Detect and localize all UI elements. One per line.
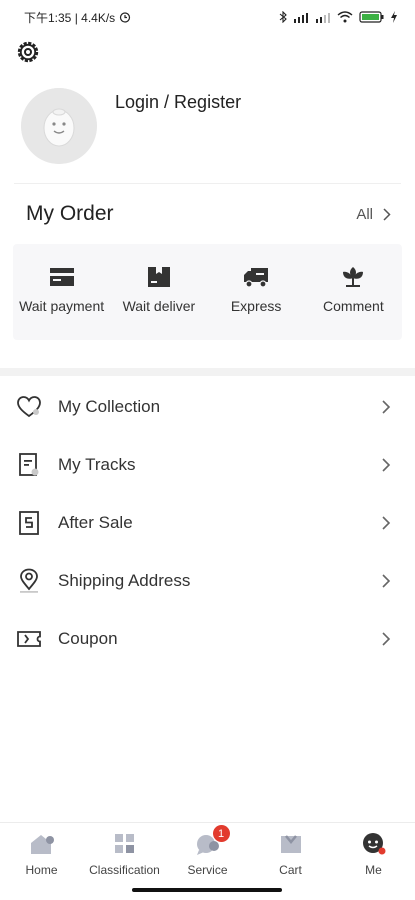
signal-icon-2 xyxy=(316,12,330,23)
default-avatar-icon xyxy=(21,88,97,164)
menu-coupon[interactable]: Coupon xyxy=(0,610,415,668)
login-register-link[interactable]: Login / Register xyxy=(115,92,241,113)
nav-cart[interactable]: Cart xyxy=(249,823,332,882)
menu-after-sale[interactable]: After Sale xyxy=(0,494,415,552)
nav-label: Classification xyxy=(89,863,160,877)
wifi-icon xyxy=(337,11,353,23)
nav-service[interactable]: 1 Service xyxy=(166,823,249,882)
section-divider xyxy=(0,368,415,376)
bottom-navigation: Home Classification 1 Service Cart Me xyxy=(0,822,415,882)
nav-label: Service xyxy=(187,863,228,877)
truck-icon xyxy=(244,268,269,288)
order-status-panel: Wait payment Wait deliver Express Commen… xyxy=(13,244,402,340)
location-icon xyxy=(20,568,38,593)
gear-icon xyxy=(17,41,39,63)
order-comment[interactable]: Comment xyxy=(305,244,402,340)
menu-shipping-address[interactable]: Shipping Address xyxy=(0,552,415,610)
chevron-right-icon xyxy=(382,574,391,588)
wallet-icon xyxy=(49,268,74,286)
chevron-right-icon xyxy=(382,400,391,414)
grid-icon xyxy=(114,834,134,853)
menu-my-tracks[interactable]: My Tracks xyxy=(0,436,415,494)
menu-item-label: My Collection xyxy=(58,397,161,416)
order-item-label: Express xyxy=(230,298,282,314)
ticket-icon xyxy=(17,631,41,647)
signal-icon xyxy=(294,12,308,23)
nav-me[interactable]: Me xyxy=(332,823,415,882)
document-icon xyxy=(19,453,39,476)
flower-icon xyxy=(343,267,364,287)
menu-my-collection[interactable]: My Collection xyxy=(0,378,415,436)
chevron-right-icon xyxy=(382,632,391,646)
menu-item-label: Coupon xyxy=(58,629,118,648)
menu-item-label: Shipping Address xyxy=(58,571,191,590)
profile-icon xyxy=(362,833,385,855)
order-express[interactable]: Express xyxy=(208,244,305,340)
heart-icon xyxy=(17,396,41,418)
divider xyxy=(14,183,401,184)
cart-icon xyxy=(280,835,301,853)
menu-item-label: My Tracks xyxy=(58,455,136,474)
nav-label: Home xyxy=(25,863,58,877)
status-time: 下午1:35 | 4.4K/s xyxy=(24,10,116,25)
chevron-right-icon xyxy=(383,208,391,221)
after-sale-icon xyxy=(19,511,39,535)
nav-home[interactable]: Home xyxy=(0,823,83,882)
order-item-label: Comment xyxy=(323,298,384,314)
nav-label: Cart xyxy=(279,863,302,877)
my-order-title: My Order xyxy=(26,202,114,225)
package-icon xyxy=(147,267,170,287)
alarm-icon xyxy=(120,12,131,23)
all-orders-label: All xyxy=(356,206,373,223)
home-indicator xyxy=(132,888,282,892)
charging-icon xyxy=(391,11,397,23)
order-item-label: Wait deliver xyxy=(122,298,196,314)
notification-badge: 1 xyxy=(212,825,230,842)
chevron-right-icon xyxy=(382,458,391,472)
menu-item-label: After Sale xyxy=(58,513,133,532)
avatar[interactable] xyxy=(21,88,97,164)
home-icon xyxy=(30,835,54,854)
nav-classification[interactable]: Classification xyxy=(83,823,166,882)
chevron-right-icon xyxy=(382,516,391,530)
order-item-label: Wait payment xyxy=(19,298,105,314)
battery-icon xyxy=(359,11,384,23)
status-bar: 下午1:35 | 4.4K/s xyxy=(0,0,415,34)
settings-button[interactable] xyxy=(15,39,41,65)
view-all-orders-link[interactable]: All xyxy=(356,206,391,223)
order-wait-payment[interactable]: Wait payment xyxy=(13,244,110,340)
nav-label: Me xyxy=(365,863,382,877)
menu-list: My Collection My Tracks After Sale Shipp… xyxy=(0,378,415,668)
bluetooth-icon xyxy=(279,11,287,23)
order-wait-deliver[interactable]: Wait deliver xyxy=(110,244,207,340)
